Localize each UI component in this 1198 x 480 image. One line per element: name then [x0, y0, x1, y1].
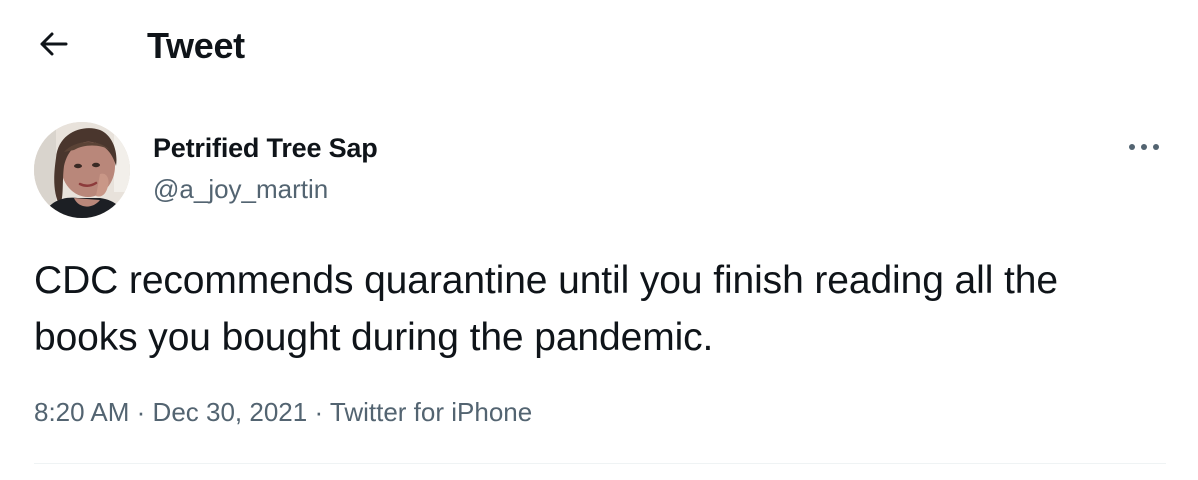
meta-separator: ·: [136, 397, 146, 427]
meta-separator: ·: [314, 397, 324, 427]
divider: [34, 463, 1166, 464]
page-header: Tweet: [0, 0, 1198, 95]
more-horizontal-icon: [1126, 139, 1162, 157]
author-display-name[interactable]: Petrified Tree Sap: [153, 132, 378, 164]
avatar[interactable]: [34, 122, 130, 218]
arrow-left-icon: [38, 31, 68, 62]
tweet-source[interactable]: Twitter for iPhone: [330, 397, 532, 427]
author-handle[interactable]: @a_joy_martin: [153, 173, 328, 205]
tweet-time[interactable]: 8:20 AM: [34, 397, 129, 427]
back-button[interactable]: [30, 26, 76, 66]
page-title: Tweet: [147, 25, 245, 66]
tweet-date[interactable]: Dec 30, 2021: [153, 397, 308, 427]
tweet-text: CDC recommends quarantine until you fini…: [34, 259, 1058, 359]
tweet-page: Tweet Petrified Tree Sap @a_joy_martin C…: [0, 0, 1198, 480]
avatar-image: [34, 122, 130, 218]
more-options-button[interactable]: [1122, 130, 1166, 166]
tweet-metadata: 8:20 AM · Dec 30, 2021 · Twitter for iPh…: [34, 396, 532, 428]
